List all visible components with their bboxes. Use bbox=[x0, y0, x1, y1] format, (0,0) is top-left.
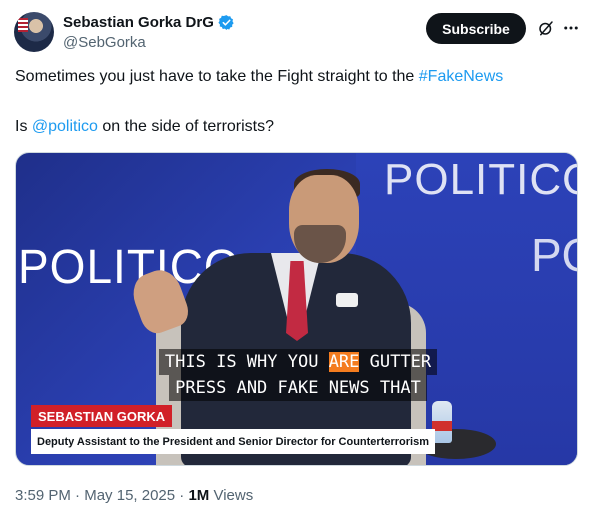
video-player[interactable]: POLITICO POLITICO PO THIS IS WHY YOU ARE… bbox=[15, 152, 578, 466]
hashtag-link[interactable]: #FakeNews bbox=[419, 68, 503, 85]
lower-third-title: Deputy Assistant to the President and Se… bbox=[31, 429, 435, 454]
post: Sebastian Gorka DrG @SebGorka Subscribe … bbox=[0, 0, 598, 522]
views-label: Views bbox=[209, 487, 254, 504]
separator: · bbox=[175, 487, 189, 504]
water-bottle-label bbox=[432, 421, 452, 431]
views-count: 1M bbox=[188, 487, 210, 504]
mention-link[interactable]: @politico bbox=[32, 118, 98, 135]
verified-badge-icon bbox=[218, 15, 234, 30]
caption-line-1: THIS IS WHY YOU ARE GUTTER bbox=[158, 349, 438, 375]
lower-third-name: SEBASTIAN GORKA bbox=[31, 405, 173, 427]
subscribe-button[interactable]: Subscribe bbox=[426, 13, 526, 44]
tweet-text-line-2: Is @politico on the side of terrorists? bbox=[15, 118, 274, 136]
author-display-name[interactable]: Sebastian Gorka DrG bbox=[63, 14, 214, 31]
tweet-text-prefix: Is bbox=[15, 118, 32, 135]
backdrop-logo-top: POLITICO bbox=[384, 155, 578, 204]
author-name-row[interactable]: Sebastian Gorka DrG bbox=[63, 14, 235, 31]
backdrop-logo-right: PO bbox=[531, 229, 577, 281]
pocket-square bbox=[336, 293, 358, 307]
tweet-text-suffix: on the side of terrorists? bbox=[97, 118, 275, 135]
flag-icon bbox=[18, 18, 28, 32]
post-metadata: 3:59 PM · May 15, 2025 · 1M Views bbox=[15, 487, 253, 504]
tweet-text-line-1: Sometimes you just have to take the Figh… bbox=[15, 68, 503, 86]
caption-highlight-word: ARE bbox=[328, 352, 360, 372]
caption-text: GUTTER bbox=[359, 352, 432, 372]
avatar[interactable] bbox=[14, 12, 54, 52]
post-time[interactable]: 3:59 PM bbox=[15, 487, 71, 504]
separator: · bbox=[70, 487, 85, 504]
tweet-text: Sometimes you just have to take the Figh… bbox=[15, 68, 419, 85]
more-icon[interactable] bbox=[561, 19, 581, 37]
caption-line-2: PRESS AND FAKE NEWS THAT bbox=[169, 375, 427, 401]
caption-text: THIS IS WHY YOU bbox=[164, 352, 329, 372]
video-captions: THIS IS WHY YOU ARE GUTTER PRESS AND FAK… bbox=[148, 349, 448, 401]
post-date[interactable]: May 15, 2025 bbox=[84, 487, 175, 504]
author-handle[interactable]: @SebGorka bbox=[63, 34, 146, 51]
grok-icon[interactable] bbox=[537, 19, 555, 37]
